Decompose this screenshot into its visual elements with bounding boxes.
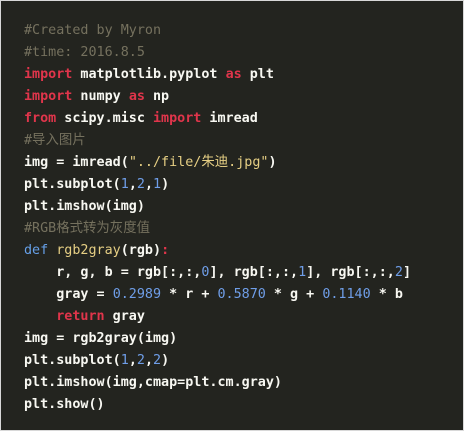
comment: #导入图片 [24,133,86,148]
code-text: * g + [265,287,323,302]
code-text: ], rgb[:,:, [306,265,395,280]
code-line: plt.subplot(1,2,1) [24,174,411,196]
code-line: #Created by Myron [24,20,411,42]
number-literal: 2 [136,177,145,192]
code-line: plt.imshow(img) [24,196,411,218]
comment: #Created by Myron [24,23,162,38]
code-text: plt.show() [24,397,105,412]
keyword: : [161,243,170,258]
code-line: #导入图片 [24,130,411,152]
comment: #RGB格式转为灰度值 [24,221,150,236]
code-text: (rgb) [120,243,162,258]
code-text: numpy [72,89,129,104]
code-text: * r + [161,287,218,302]
code-text: plt.subplot( [24,353,121,368]
code-text: plt [241,67,274,82]
code-text: gray [104,309,145,324]
code-text: np [144,89,170,104]
code-text: matplotlib.pyplot [72,67,226,82]
comment: #time: 2016.8.5 [24,45,145,60]
code-text: plt.imshow(img) [24,199,145,214]
function-name: rgb2gray [56,243,121,258]
number-literal: 1 [120,353,129,368]
keyword: import [24,67,73,82]
number-literal: 0.5870 [217,287,266,302]
keyword: from [24,111,57,126]
code-text: ], rgb[:,:, [209,265,299,280]
code-text: plt.imshow(img,cmap=plt.cm.gray) [24,375,282,390]
code-text: plt.subplot( [24,177,121,192]
keyword: return [56,309,105,324]
code-text: ) [161,177,170,192]
number-literal: 2 [153,353,162,368]
code-line: img = rgb2gray(img) [24,328,411,350]
code-listing: #Created by Myron #time: 2016.8.5 import m… [24,20,411,416]
code-line: gray = 0.2989 * r + 0.5870 * g + 0.1140 … [24,284,411,306]
code-line: r, g, b = rgb[:,:,0], rgb[:,:,1], rgb[:,… [24,262,411,284]
number-literal: 0.2989 [112,287,162,302]
number-literal: 1 [120,177,129,192]
code-block: #Created by Myron #time: 2016.8.5 import m… [0,0,464,431]
code-text: gray = [24,287,113,302]
code-text: , [144,177,153,192]
code-text: ] [402,265,411,280]
code-line: #RGB格式转为灰度值 [24,218,411,240]
number-literal: 1 [298,265,307,280]
code-line: from scipy.misc import imread [24,108,411,130]
code-text: img = imread( [24,155,129,170]
code-line: plt.subplot(1,2,2) [24,350,411,372]
code-line: import matplotlib.pyplot as plt [24,64,411,86]
keyword: import [24,89,73,104]
code-line: return gray [24,306,411,328]
code-text: , [128,177,137,192]
number-literal: 2 [136,353,145,368]
code-text: ) [161,353,170,368]
code-text: r, g, b = rgb[:,:, [24,265,202,280]
code-text: ) [268,155,277,170]
code-line: img = imread("../file/朱迪.jpg") [24,152,411,174]
code-text: , [128,353,137,368]
code-text: img = rgb2gray(img) [24,331,178,346]
code-line: import numpy as np [24,86,411,108]
code-text: , [144,353,153,368]
code-line: def rgb2gray(rgb): [24,240,411,262]
number-literal: 0.1140 [322,287,371,302]
code-line: plt.show() [24,394,411,416]
string-literal: "../file/朱迪.jpg" [128,155,269,170]
code-text: * b [370,287,403,302]
keyword: as [128,89,145,104]
number-literal: 1 [153,177,162,192]
keyword: import [153,111,202,126]
code-line: plt.imshow(img,cmap=plt.cm.gray) [24,372,411,394]
code-text: scipy.misc [56,111,153,126]
keyword: as [225,67,242,82]
def-keyword: def [24,243,49,258]
code-line: #time: 2016.8.5 [24,42,411,64]
number-literal: 2 [394,265,403,280]
code-text: imread [201,111,258,126]
